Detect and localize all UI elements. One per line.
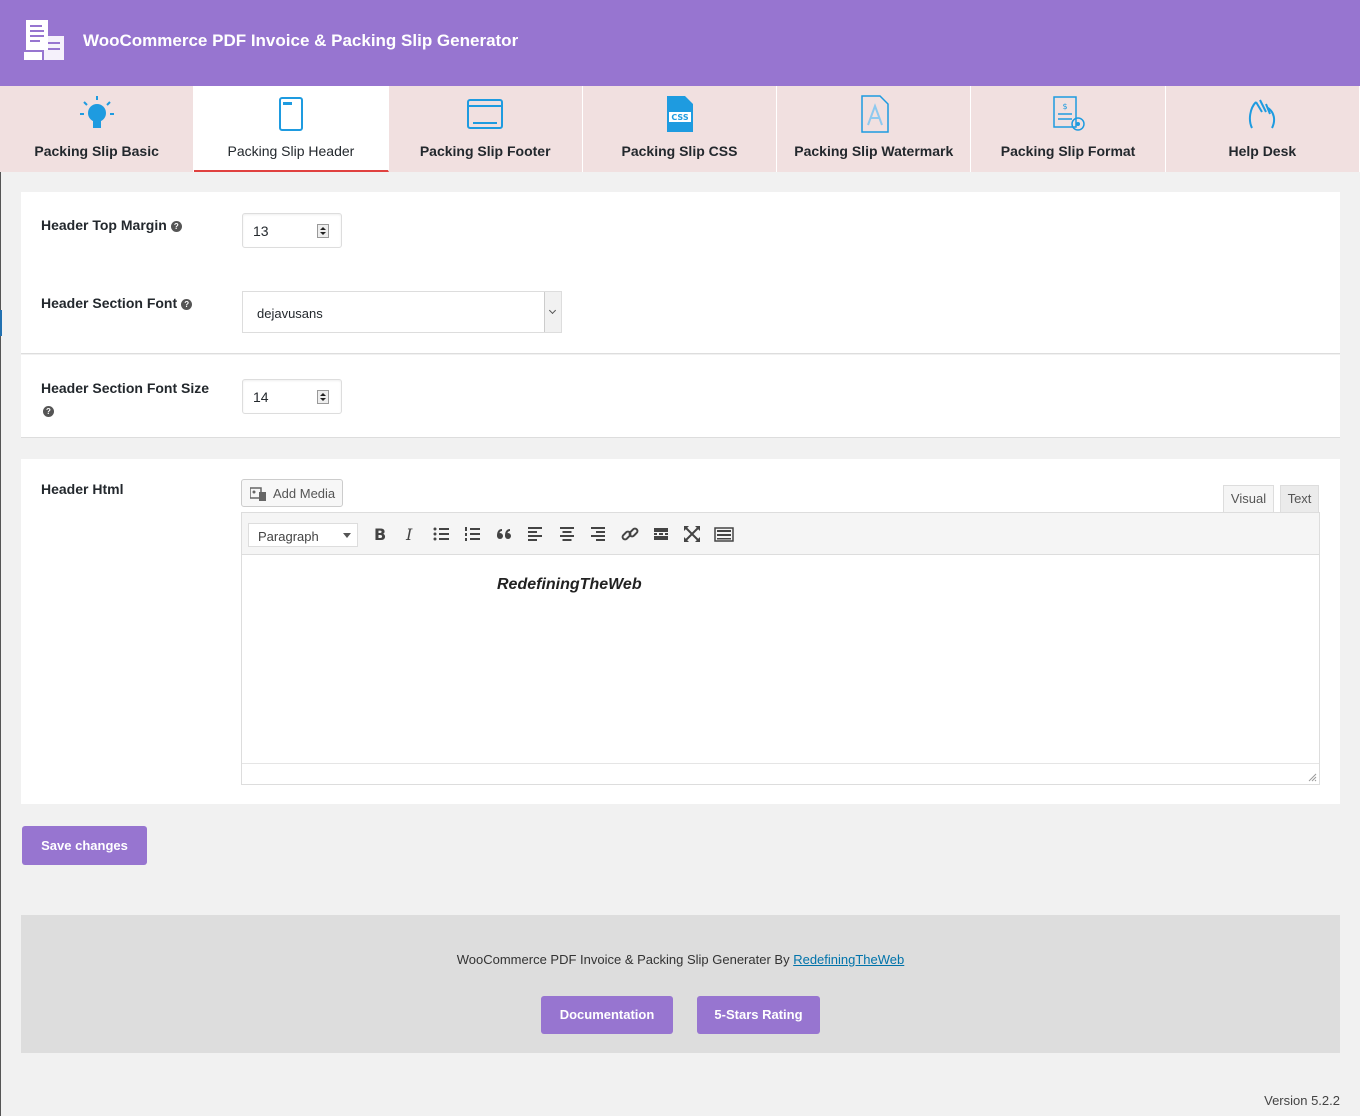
lightbulb-icon xyxy=(79,96,114,128)
editor-content-text: RedefiningTheWeb xyxy=(497,576,642,593)
footer-credit: WooCommerce PDF Invoice & Packing Slip G… xyxy=(21,952,1340,967)
page-header-icon xyxy=(278,97,303,131)
browser-window-icon xyxy=(467,99,504,129)
editor-toolbar: Paragraph B I xyxy=(242,513,1319,555)
fullscreen-icon xyxy=(684,526,700,542)
insert-link-button[interactable] xyxy=(618,523,642,545)
footer-credit-text: WooCommerce PDF Invoice & Packing Slip G… xyxy=(456,952,790,967)
header-section-font-label-text: Header Section Font xyxy=(41,295,178,311)
header-top-margin-value: 13 xyxy=(253,223,269,239)
svg-text:I: I xyxy=(405,525,413,544)
tab-label: Packing Slip Watermark xyxy=(794,143,954,159)
tab-packing-slip-watermark[interactable]: Packing Slip Watermark xyxy=(777,86,972,172)
svg-text:B: B xyxy=(374,525,386,544)
save-changes-button[interactable]: Save changes xyxy=(22,826,147,865)
bold-icon: B xyxy=(374,525,386,544)
align-right-icon xyxy=(591,527,605,541)
invoice-logo-icon xyxy=(24,20,64,60)
tab-packing-slip-footer[interactable]: Packing Slip Footer xyxy=(388,86,583,172)
numbered-list-button[interactable] xyxy=(460,523,484,545)
align-left-icon xyxy=(528,527,542,541)
visual-mode-tab[interactable]: Visual xyxy=(1223,485,1274,513)
rich-text-editor: Paragraph B I RedefiningTheWeb xyxy=(241,512,1320,785)
add-media-icon xyxy=(250,487,266,501)
format-select-value: Paragraph xyxy=(258,529,319,544)
version-text: Version 5.2.2 xyxy=(1264,1093,1340,1108)
window-left-edge-mark xyxy=(0,310,2,336)
help-question-icon[interactable]: ? xyxy=(43,405,54,417)
header-section-font-select[interactable]: dejavusans xyxy=(242,291,562,333)
footer-author-link[interactable]: RedefiningTheWeb xyxy=(793,952,904,967)
align-right-button[interactable] xyxy=(586,523,610,545)
resize-handle-icon[interactable] xyxy=(1308,773,1317,782)
help-question-icon[interactable]: ? xyxy=(181,298,193,310)
fullscreen-button[interactable] xyxy=(680,523,704,545)
svg-text:$: $ xyxy=(1063,102,1068,111)
keyboard-icon xyxy=(714,527,734,542)
toolbar-toggle-button[interactable] xyxy=(712,523,736,545)
css-file-icon: CSS xyxy=(667,96,694,132)
header-html-panel: Header Html Add Media Visual Text Paragr… xyxy=(21,459,1340,804)
link-icon xyxy=(621,527,639,541)
font-size-panel: Header Section Font Size? 14 xyxy=(21,355,1340,438)
invoice-gear-icon: $ xyxy=(1053,96,1085,131)
tab-packing-slip-header[interactable]: Packing Slip Header xyxy=(194,86,389,172)
bold-button[interactable]: B xyxy=(367,523,391,545)
header-section-font-size-label: Header Section Font Size? xyxy=(41,377,221,421)
plugin-footer: WooCommerce PDF Invoice & Packing Slip G… xyxy=(21,915,1340,1053)
tab-packing-slip-css[interactable]: CSS Packing Slip CSS xyxy=(582,86,778,172)
blockquote-button[interactable] xyxy=(492,523,516,545)
format-select[interactable]: Paragraph xyxy=(248,523,358,547)
tab-label: Packing Slip Format xyxy=(1000,143,1136,159)
help-question-icon[interactable]: ? xyxy=(170,220,182,232)
tab-help-desk[interactable]: Help Desk xyxy=(1165,86,1360,172)
tab-packing-slip-basic[interactable]: Packing Slip Basic xyxy=(0,86,195,172)
header-settings-panel: Header Top Margin? 13 Header Section Fon… xyxy=(21,192,1340,354)
text-mode-tab[interactable]: Text xyxy=(1280,485,1319,513)
header-section-font-size-label-text: Header Section Font Size xyxy=(41,380,210,396)
header-top-margin-label-text: Header Top Margin xyxy=(41,217,167,233)
header-top-margin-label: Header Top Margin? xyxy=(41,214,182,236)
bullet-list-button[interactable] xyxy=(429,523,453,545)
blockquote-icon xyxy=(497,529,511,539)
tab-label: Packing Slip Footer xyxy=(419,143,551,159)
numbered-list-icon xyxy=(465,527,480,541)
number-spinner-icon[interactable] xyxy=(317,390,329,404)
header-section-font-size-input[interactable]: 14 xyxy=(242,379,342,414)
rating-button[interactable]: 5-Stars Rating xyxy=(697,996,820,1034)
header-section-font-label: Header Section Font? xyxy=(41,292,193,314)
tab-label: Packing Slip Basic xyxy=(34,143,159,159)
read-more-icon xyxy=(654,528,668,540)
documentation-button[interactable]: Documentation xyxy=(541,996,673,1034)
number-spinner-icon[interactable] xyxy=(317,224,329,238)
header-top-margin-input[interactable]: 13 xyxy=(242,213,342,248)
header-section-font-size-value: 14 xyxy=(253,389,269,405)
italic-icon: I xyxy=(405,525,413,544)
watermark-letter-icon xyxy=(861,95,889,133)
header-section-font-value: dejavusans xyxy=(257,306,323,321)
editor-statusbar xyxy=(242,763,1319,784)
helping-hands-icon xyxy=(1249,99,1276,129)
align-center-icon xyxy=(560,527,574,541)
add-media-label: Add Media xyxy=(273,486,336,501)
read-more-button[interactable] xyxy=(649,523,673,545)
tab-packing-slip-format[interactable]: $ Packing Slip Format xyxy=(971,86,1166,172)
chevron-down-icon[interactable] xyxy=(544,292,561,332)
app-header: WooCommerce PDF Invoice & Packing Slip G… xyxy=(0,0,1360,86)
svg-text:CSS: CSS xyxy=(672,113,689,122)
app-title: WooCommerce PDF Invoice & Packing Slip G… xyxy=(83,31,519,50)
add-media-button[interactable]: Add Media xyxy=(241,479,343,507)
tab-label: Packing Slip CSS xyxy=(621,143,738,159)
settings-tabs: Packing Slip Basic Packing Slip Header P… xyxy=(0,86,1360,172)
italic-button[interactable]: I xyxy=(398,523,422,545)
tab-label: Help Desk xyxy=(1228,143,1297,159)
editor-content-area[interactable]: RedefiningTheWeb xyxy=(242,555,1319,761)
align-left-button[interactable] xyxy=(523,523,547,545)
caret-down-icon xyxy=(343,533,351,538)
tab-label: Packing Slip Header xyxy=(227,143,355,159)
header-html-label: Header Html xyxy=(41,481,124,497)
bullet-list-icon xyxy=(433,527,449,541)
align-center-button[interactable] xyxy=(555,523,579,545)
